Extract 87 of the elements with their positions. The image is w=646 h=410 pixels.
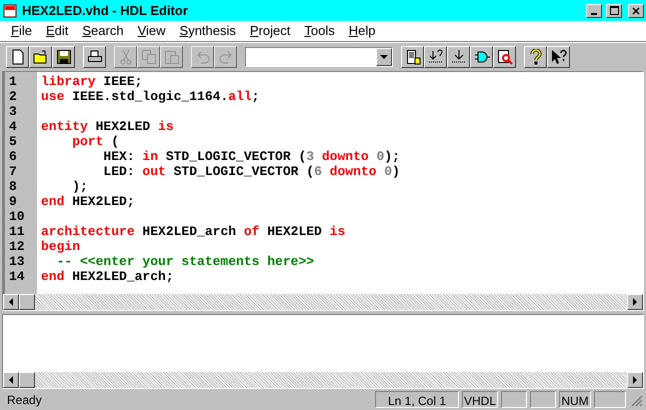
clipboard-icon — [164, 48, 180, 64]
code-line: HEX: in STD_LOGIC_VECTOR (3 downto 0); — [102, 149, 400, 164]
dropdown-button[interactable] — [376, 48, 392, 66]
close-icon — [632, 6, 640, 14]
document-icon — [404, 48, 420, 64]
menu-item[interactable]: File — [4, 21, 39, 41]
scroll-right-button[interactable] — [627, 372, 643, 388]
status-pane — [501, 391, 527, 408]
menu-item[interactable]: Tools — [297, 21, 342, 41]
pointer-help-icon — [550, 48, 566, 64]
menu-item[interactable]: Synthesis — [172, 21, 243, 41]
scroll-right-button[interactable] — [627, 294, 643, 310]
scroll-thumb[interactable] — [19, 294, 35, 310]
toolbar-button[interactable] — [493, 46, 516, 68]
maximize-button[interactable] — [606, 4, 622, 18]
scroll-thumb[interactable] — [19, 372, 35, 388]
toolbar-button[interactable] — [424, 46, 447, 68]
copy-icon — [140, 48, 156, 64]
menu-item[interactable]: Edit — [38, 21, 76, 41]
download-question-icon — [428, 48, 444, 64]
line-number: 10 — [8, 209, 25, 224]
toolbar-button[interactable] — [447, 46, 470, 68]
line-number: 8 — [8, 179, 17, 194]
maximize-icon — [610, 6, 618, 15]
status-message: Ready — [6, 392, 43, 408]
question-mark-icon — [528, 48, 544, 64]
toolbar-button[interactable] — [401, 46, 424, 68]
line-number: 9 — [8, 194, 17, 209]
menu-item[interactable]: View — [130, 21, 173, 41]
line-number: 12 — [8, 239, 25, 254]
scissors-icon — [118, 48, 134, 64]
new-file-icon — [10, 48, 26, 64]
download-icon — [450, 48, 466, 64]
code-line: ); — [71, 179, 88, 194]
scroll-left-button[interactable] — [3, 294, 19, 310]
redo-icon — [218, 48, 234, 64]
toolbar-button[interactable] — [547, 46, 570, 68]
horizontal-scrollbar[interactable] — [3, 294, 643, 310]
resize-grip-icon[interactable] — [629, 392, 643, 406]
code-line: begin — [41, 239, 80, 254]
line-number: 2 — [8, 89, 17, 104]
line-number: 13 — [8, 254, 25, 269]
toolbar-button[interactable] — [524, 46, 547, 68]
status-pane: Ln 1, Col 1 — [375, 391, 459, 408]
line-number: 14 — [8, 269, 25, 284]
code-line: entity HEX2LED is — [41, 119, 174, 134]
toolbar-button[interactable] — [6, 46, 29, 68]
close-button[interactable] — [628, 4, 644, 18]
line-number: 11 — [8, 224, 25, 239]
toolbar-button[interactable] — [83, 46, 106, 68]
horizontal-scrollbar[interactable] — [3, 372, 643, 388]
save-icon — [56, 48, 72, 64]
code-line: library IEEE; — [41, 74, 142, 89]
undo-icon — [194, 48, 210, 64]
document-icon — [2, 2, 18, 18]
line-number: 7 — [8, 164, 17, 179]
line-number: 1 — [8, 74, 17, 89]
code-line: LED: out STD_LOGIC_VECTOR (6 downto 0) — [102, 164, 400, 179]
menu-item[interactable]: Search — [75, 21, 131, 41]
window-title: HEX2LED.vhd - HDL Editor — [22, 2, 189, 20]
scroll-left-button[interactable] — [3, 372, 19, 388]
code-line: use IEEE.std_logic_1164.all; — [41, 89, 260, 104]
code-line: end HEX2LED; — [41, 194, 135, 209]
line-number: 5 — [8, 134, 17, 149]
status-pane: NUM — [559, 391, 591, 408]
toolbar-button[interactable] — [470, 46, 493, 68]
code-line: -- <<enter your statements here>> — [56, 254, 314, 269]
line-number: 6 — [8, 149, 17, 164]
printer-icon — [86, 48, 102, 64]
code-line: port ( — [71, 134, 120, 149]
status-pane — [594, 391, 626, 408]
line-number: 4 — [8, 119, 17, 134]
combo-box[interactable] — [245, 46, 393, 66]
status-pane — [530, 391, 556, 408]
menu-item[interactable]: Project — [242, 21, 298, 41]
status-pane: VHDL — [462, 391, 498, 408]
magnifier-icon — [496, 48, 512, 64]
minimize-icon — [591, 12, 597, 14]
code-line: end HEX2LED_arch; — [41, 269, 174, 284]
minimize-button[interactable] — [586, 4, 602, 18]
toolbar-button[interactable] — [52, 46, 75, 68]
toolbar-button[interactable] — [29, 46, 52, 68]
menu-item[interactable]: Help — [342, 21, 382, 41]
code-line: architecture HEX2LED_arch of HEX2LED is — [41, 224, 346, 239]
line-number: 3 — [8, 104, 17, 119]
folder-icon — [32, 48, 48, 64]
logic-gate-icon — [474, 48, 490, 64]
